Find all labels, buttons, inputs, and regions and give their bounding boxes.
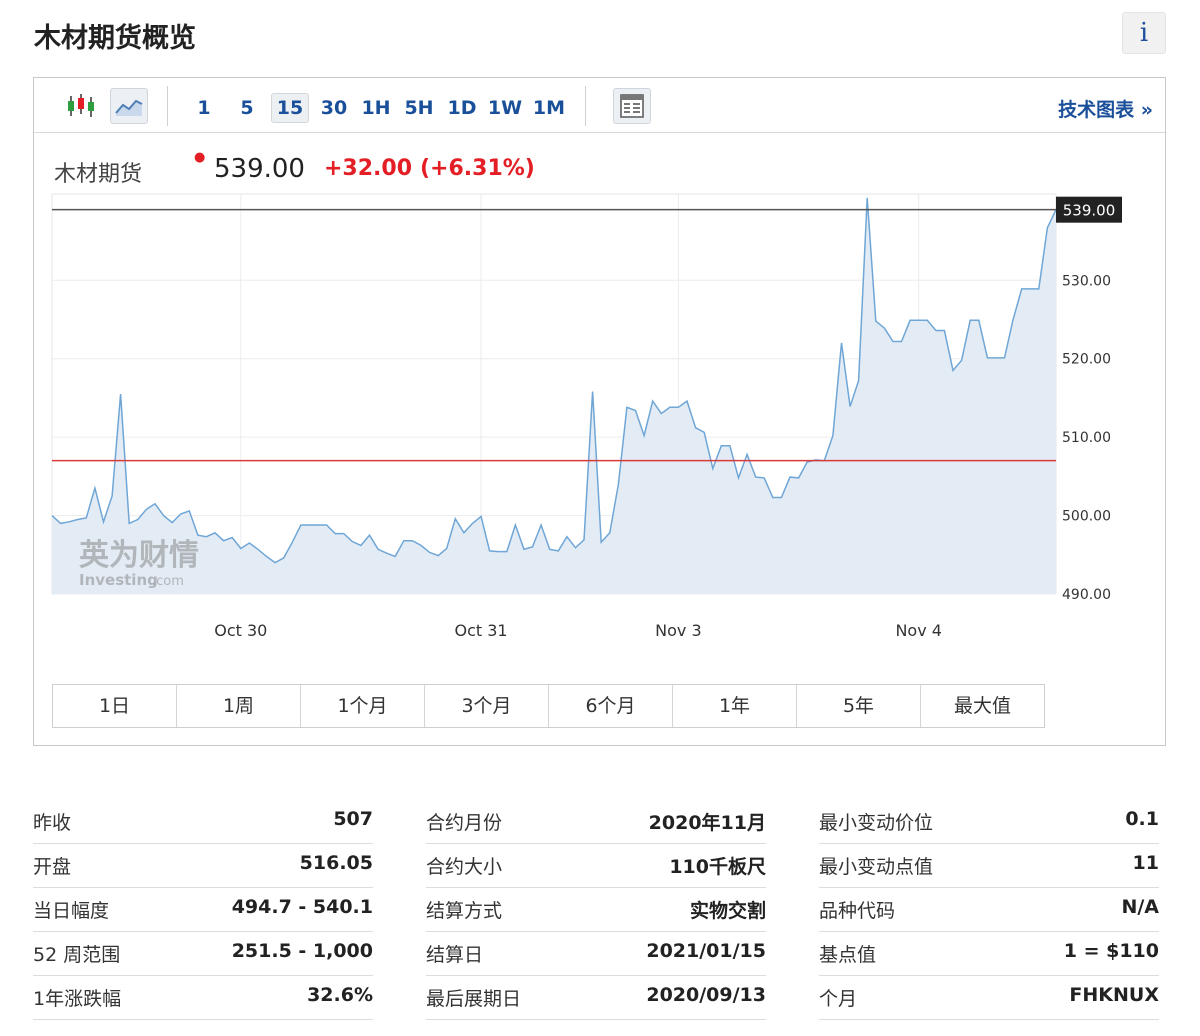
stat-label: 合约大小 <box>426 856 503 878</box>
y-tick-label: 530.00 <box>1062 273 1111 289</box>
stat-label: 52 周范围 <box>33 944 121 966</box>
stat-value: 2020/09/13 <box>646 984 766 1006</box>
y-tick-label: 490.00 <box>1062 587 1111 603</box>
stat-label: 最后展期日 <box>426 988 522 1010</box>
stat-value: 507 <box>333 808 373 830</box>
stat-value: N/A <box>1121 896 1159 918</box>
stat-row: 个月 FHKNUX <box>819 976 1159 1020</box>
stat-label: 最小变动点值 <box>819 856 934 878</box>
stat-label: 结算日 <box>426 944 484 966</box>
stat-value: 494.7 - 540.1 <box>231 896 373 918</box>
stat-row: 52 周范围 251.5 - 1,000 <box>33 932 373 976</box>
stat-value: 110千板尺 <box>669 856 766 878</box>
stat-row: 最小变动价位 0.1 <box>819 800 1159 844</box>
stat-label: 品种代码 <box>819 900 896 922</box>
watermark-brand-en: Investing <box>79 571 158 589</box>
stat-value: 251.5 - 1,000 <box>231 940 373 962</box>
stat-label: 开盘 <box>33 856 72 878</box>
stat-label: 1年涨跌幅 <box>33 988 122 1010</box>
stat-row: 基点值 1 = $110 <box>819 932 1159 976</box>
range-1m[interactable]: 1个月 <box>301 685 425 727</box>
watermark-brand-cn: 英为财情 <box>79 538 199 573</box>
y-tick-label: 510.00 <box>1062 430 1111 446</box>
stat-value: FHKNUX <box>1069 984 1159 1006</box>
info-button[interactable]: i <box>1122 12 1166 54</box>
x-tick-label: Nov 4 <box>895 621 942 640</box>
stat-value: 2020年11月 <box>648 812 766 834</box>
stat-row: 1年涨跌幅 32.6% <box>33 976 373 1020</box>
stat-label: 个月 <box>819 988 858 1010</box>
y-tick-label: 500.00 <box>1062 509 1111 525</box>
stat-label: 最小变动价位 <box>819 812 934 834</box>
range-5y[interactable]: 5年 <box>797 685 921 727</box>
range-1w[interactable]: 1周 <box>177 685 301 727</box>
investing-watermark: 英为财情 Investing .com <box>79 533 279 597</box>
stat-row: 当日幅度 494.7 - 540.1 <box>33 888 373 932</box>
last-price-tag: 539.00 <box>1063 202 1116 220</box>
x-tick-label: Oct 31 <box>455 621 508 640</box>
range-1y[interactable]: 1年 <box>673 685 797 727</box>
stat-value: 11 <box>1132 852 1159 874</box>
stat-value: 0.1 <box>1125 808 1159 830</box>
range-6m[interactable]: 6个月 <box>549 685 673 727</box>
stat-row: 结算日 2021/01/15 <box>426 932 766 976</box>
watermark-brand-suffix: .com <box>152 574 184 589</box>
stat-row: 昨收 507 <box>33 800 373 844</box>
stat-row: 品种代码 N/A <box>819 888 1159 932</box>
range-1d[interactable]: 1日 <box>53 685 177 727</box>
stat-row: 合约大小 110千板尺 <box>426 844 766 888</box>
stat-row: 最小变动点值 11 <box>819 844 1159 888</box>
stat-label: 昨收 <box>33 812 72 834</box>
stat-row: 结算方式 实物交割 <box>426 888 766 932</box>
stat-value: 32.6% <box>307 984 373 1006</box>
page-title: 木材期货概览 <box>34 23 196 54</box>
stat-label: 合约月份 <box>426 812 503 834</box>
stat-value: 1 = $110 <box>1063 940 1159 962</box>
x-tick-label: Oct 30 <box>214 621 267 640</box>
range-selector: 1日 1周 1个月 3个月 6个月 1年 5年 最大值 <box>52 684 1045 728</box>
stat-value: 516.05 <box>299 852 373 874</box>
stat-value: 实物交割 <box>689 900 766 922</box>
stat-label: 基点值 <box>819 944 877 966</box>
stat-label: 结算方式 <box>426 900 503 922</box>
stat-label: 当日幅度 <box>33 900 110 922</box>
chart-panel: 1 5 15 30 1H 5H 1D 1W 1M 技术图表 » 木材期货 ● 5… <box>33 77 1166 746</box>
y-tick-label: 520.00 <box>1062 352 1111 368</box>
stat-row: 合约月份 2020年11月 <box>426 800 766 844</box>
range-3m[interactable]: 3个月 <box>425 685 549 727</box>
range-max[interactable]: 最大值 <box>921 685 1044 727</box>
stat-row: 开盘 516.05 <box>33 844 373 888</box>
stat-row: 最后展期日 2020/09/13 <box>426 976 766 1020</box>
x-tick-label: Nov 3 <box>655 621 702 640</box>
stat-value: 2021/01/15 <box>646 940 766 962</box>
